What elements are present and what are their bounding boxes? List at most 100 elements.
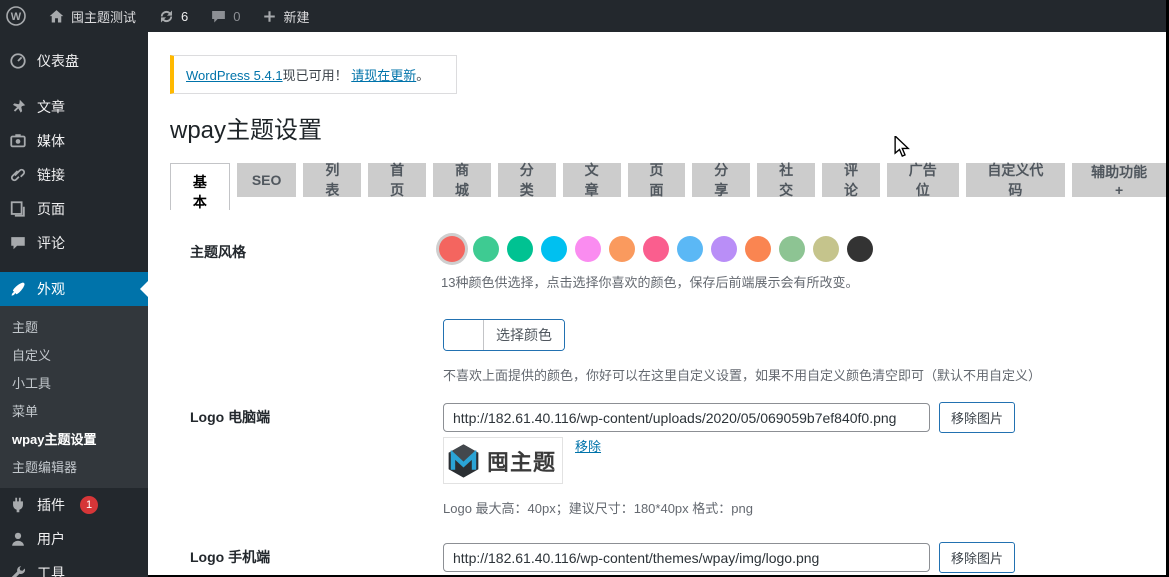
color-swatch-11[interactable] <box>779 236 805 262</box>
users-icon <box>8 529 28 549</box>
sidebar-item-label: 文章 <box>37 97 65 117</box>
main-content: WordPress 5.4.1现已可用！ 请现在更新。 wpay主题设置 基本S… <box>148 32 1166 575</box>
tab-1[interactable]: SEO <box>237 163 297 197</box>
sidebar-item-posts[interactable]: 文章 <box>0 90 148 124</box>
update-count: 6 <box>181 9 188 24</box>
color-swatch-12[interactable] <box>813 236 839 262</box>
logo-pc-url-input[interactable] <box>443 403 930 432</box>
sidebar-item-label: 工具 <box>37 563 65 577</box>
tab-2[interactable]: 列表 <box>303 163 361 197</box>
sidebar-item-label: 仪表盘 <box>37 51 79 71</box>
logo-pc-preview: 囤主题 <box>443 437 563 484</box>
admin-sidebar: 仪表盘文章媒体链接页面评论外观主题自定义小工具菜单wpay主题设置主题编辑器插件… <box>0 32 148 577</box>
wordpress-admin-window: W 囤主题测试 6 0 新建 仪表盘文章媒体链接页面评论外观 <box>0 0 1169 577</box>
color-swatch-10[interactable] <box>745 236 771 262</box>
custom-color-picker[interactable]: 选择颜色 <box>443 319 565 351</box>
tab-4[interactable]: 商城 <box>433 163 491 197</box>
tab-12[interactable]: 自定义代码 <box>966 163 1066 197</box>
comments-icon <box>8 233 28 253</box>
dashboard-icon <box>8 51 28 71</box>
field-label-logo-pc: Logo 电脑端 <box>190 407 270 427</box>
field-label-logo-mobile: Logo 手机端 <box>190 547 270 567</box>
logo-pc-desc: Logo 最大高：40px；建议尺寸：180*40px 格式：png <box>443 498 753 517</box>
sidebar-item-appearance[interactable]: 外观 <box>0 272 148 306</box>
sidebar-item-pages[interactable]: 页面 <box>0 192 148 226</box>
color-swatch-5[interactable] <box>575 236 601 262</box>
sidebar-item-links[interactable]: 链接 <box>0 158 148 192</box>
links-icon <box>8 165 28 185</box>
sidebar-item-users[interactable]: 用户 <box>0 522 148 556</box>
tab-13[interactable]: 辅助功能+ <box>1072 163 1166 197</box>
sidebar-subitem-4[interactable]: wpay主题设置 <box>0 424 148 452</box>
tab-11[interactable]: 广告位 <box>887 163 959 197</box>
tab-7[interactable]: 页面 <box>628 163 686 197</box>
menu-separator <box>0 260 148 272</box>
choose-color-button[interactable]: 选择颜色 <box>484 320 564 350</box>
media-icon <box>8 131 28 151</box>
color-swatch-2[interactable] <box>473 236 499 262</box>
plugins-update-badge: 1 <box>80 496 98 514</box>
theme-style-desc: 13种颜色供选择，点击选择你喜欢的颜色，保存后前端展示会有所改变。 <box>441 272 858 291</box>
new-menu[interactable]: 新建 <box>251 0 320 32</box>
home-icon <box>48 8 65 25</box>
site-logo-image <box>446 441 481 481</box>
settings-tabs: 基本SEO列表首页商城分类文章页面分享社交评论广告位自定义代码辅助功能+ <box>170 163 1166 210</box>
wordpress-logo-icon[interactable]: W <box>0 0 37 32</box>
sidebar-item-label: 插件 <box>37 495 65 515</box>
tab-5[interactable]: 分类 <box>498 163 556 197</box>
tab-9[interactable]: 社交 <box>757 163 815 197</box>
sidebar-subitem-3[interactable]: 菜单 <box>0 396 148 424</box>
comments-menu[interactable]: 0 <box>199 0 251 32</box>
color-swatch-6[interactable] <box>609 236 635 262</box>
sidebar-item-label: 用户 <box>37 529 65 549</box>
update-now-link[interactable]: 请现在更新 <box>351 68 416 83</box>
site-menu[interactable]: 囤主题测试 <box>37 0 147 32</box>
logo-pc-remove-link[interactable]: 移除 <box>575 436 601 455</box>
admin-bar: W 囤主题测试 6 0 新建 <box>0 0 1166 32</box>
sidebar-subitem-1[interactable]: 自定义 <box>0 340 148 368</box>
sidebar-item-comments[interactable]: 评论 <box>0 226 148 260</box>
sidebar-item-label: 评论 <box>37 233 65 253</box>
sidebar-subitem-2[interactable]: 小工具 <box>0 368 148 396</box>
logo-mobile-remove-image-button[interactable]: 移除图片 <box>939 542 1015 573</box>
update-notice: WordPress 5.4.1现已可用！ 请现在更新。 <box>170 55 457 94</box>
posts-icon <box>8 97 28 117</box>
tab-10[interactable]: 评论 <box>822 163 880 197</box>
tab-3[interactable]: 首页 <box>368 163 426 197</box>
notice-text: 现已可用！ <box>283 68 348 83</box>
tab-8[interactable]: 分享 <box>692 163 750 197</box>
color-swatch-input[interactable] <box>444 320 484 350</box>
color-swatch-9[interactable] <box>711 236 737 262</box>
sidebar-subitem-0[interactable]: 主题 <box>0 312 148 340</box>
field-label-theme-style: 主题风格 <box>190 242 246 262</box>
sidebar-item-label: 页面 <box>37 199 65 219</box>
appearance-icon <box>8 279 28 299</box>
color-swatch-7[interactable] <box>643 236 669 262</box>
sidebar-item-media[interactable]: 媒体 <box>0 124 148 158</box>
sidebar-subitem-5[interactable]: 主题编辑器 <box>0 452 148 480</box>
tab-0[interactable]: 基本 <box>170 163 230 210</box>
sidebar-item-label: 媒体 <box>37 131 65 151</box>
page-title: wpay主题设置 <box>170 110 322 145</box>
notice-suffix: 。 <box>416 68 429 83</box>
sidebar-item-label: 外观 <box>37 279 65 299</box>
updates-menu[interactable]: 6 <box>147 0 199 32</box>
wordpress-update-link[interactable]: WordPress 5.4.1 <box>186 68 283 83</box>
color-swatch-3[interactable] <box>507 236 533 262</box>
site-name: 囤主题测试 <box>71 7 136 26</box>
pages-icon <box>8 199 28 219</box>
color-swatch-4[interactable] <box>541 236 567 262</box>
sidebar-item-tools[interactable]: 工具 <box>0 556 148 577</box>
sidebar-item-plugins[interactable]: 插件 1 <box>0 488 148 522</box>
color-swatch-1[interactable] <box>439 236 465 262</box>
comment-count: 0 <box>233 9 240 24</box>
sidebar-item-label: 链接 <box>37 165 65 185</box>
plugins-icon <box>8 495 28 515</box>
logo-mobile-url-input[interactable] <box>443 543 930 572</box>
sidebar-item-dashboard[interactable]: 仪表盘 <box>0 44 148 78</box>
appearance-submenu: 主题自定义小工具菜单wpay主题设置主题编辑器 <box>0 306 148 488</box>
tab-6[interactable]: 文章 <box>563 163 621 197</box>
logo-pc-remove-image-button[interactable]: 移除图片 <box>939 402 1015 433</box>
color-swatch-13[interactable] <box>847 236 873 262</box>
color-swatch-8[interactable] <box>677 236 703 262</box>
